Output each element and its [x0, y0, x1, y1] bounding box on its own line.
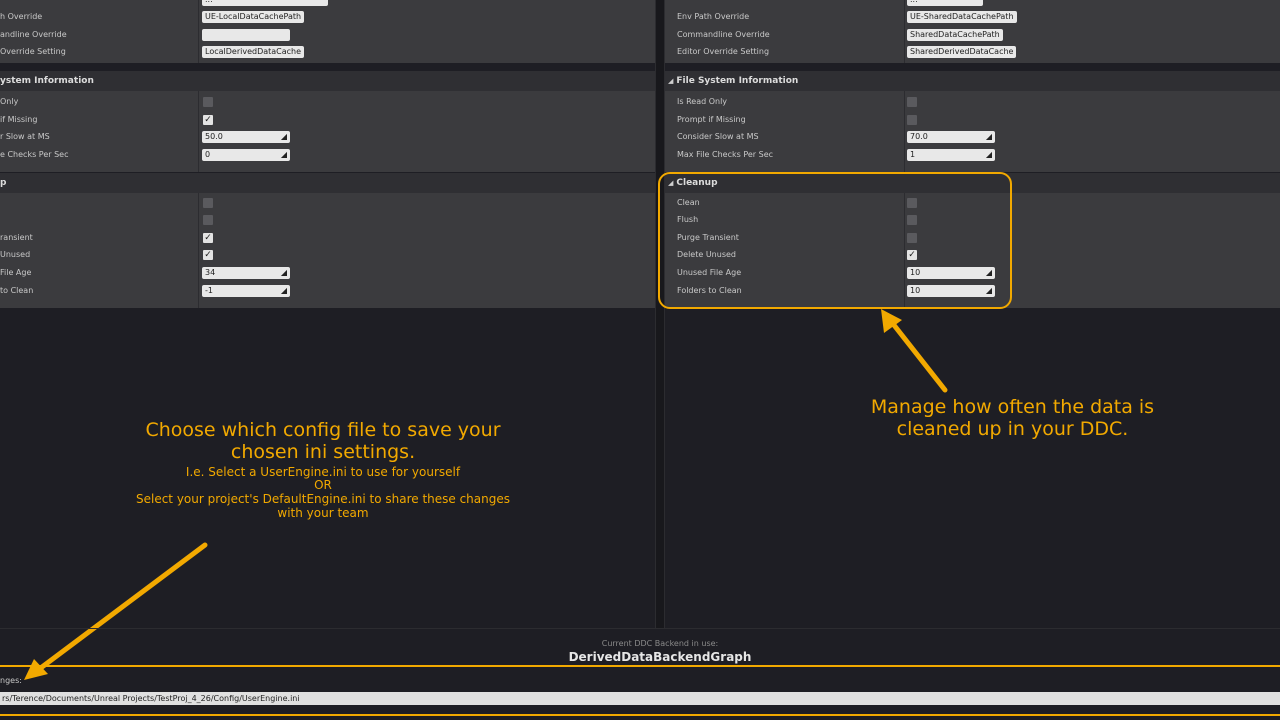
- left-annotation: Choose which config file to save your ch…: [103, 419, 543, 521]
- annotation-text: Select your project's DefaultEngine.ini …: [135, 492, 510, 507]
- highlight-line-top: [0, 665, 1280, 667]
- row-label: h Override: [0, 12, 43, 22]
- annotation-text: Manage how often the data is: [870, 396, 1155, 418]
- consider-slow-input[interactable]: 70.0 ◢: [907, 130, 995, 143]
- consider-slow-input[interactable]: 50.0 ◢: [202, 130, 290, 143]
- editor-override-setting-field[interactable]: SharedDerivedDataCache: [907, 45, 1017, 58]
- resize-handle-icon[interactable]: ◢: [281, 149, 287, 161]
- resize-handle-icon[interactable]: ◢: [281, 267, 287, 279]
- annotation-text: with your team: [277, 506, 369, 521]
- max-file-checks-input[interactable]: 0 ◢: [202, 148, 290, 161]
- folders-to-clean-input[interactable]: -1 ◢: [202, 284, 290, 297]
- env-path-override-field[interactable]: UE-LocalDataCachePath: [202, 10, 305, 23]
- annotation-text: OR: [314, 478, 332, 493]
- annotation-text: chosen ini settings.: [230, 440, 416, 463]
- row-label: Consider Slow at MS: [677, 132, 759, 142]
- row-label: Is Read Only: [677, 97, 728, 107]
- resize-handle-icon[interactable]: ◢: [986, 131, 992, 143]
- footer-divider: [0, 628, 1280, 629]
- env-path-override-field[interactable]: UE-SharedDataCachePath: [907, 10, 1017, 23]
- max-file-checks-input[interactable]: 1 ◢: [907, 148, 995, 161]
- prompt-if-missing-checkbox[interactable]: ✓: [203, 114, 213, 125]
- row-label: e Checks Per Sec: [0, 150, 69, 160]
- panel-splitter[interactable]: [655, 0, 665, 628]
- row-label: ransient: [0, 233, 33, 243]
- left-path-field[interactable]: ...: [202, 0, 328, 6]
- annotation-text: cleaned up in your DDC.: [896, 417, 1129, 440]
- resize-handle-icon[interactable]: ◢: [281, 131, 287, 143]
- section-header[interactable]: ystem Information: [0, 71, 655, 91]
- commandline-override-field[interactable]: [202, 28, 290, 41]
- row-label: Max File Checks Per Sec: [677, 150, 774, 160]
- left-top-section: ... ••• h Override UE-LocalDataCachePath…: [0, 0, 655, 63]
- flush-checkbox[interactable]: [203, 214, 213, 225]
- is-read-only-checkbox[interactable]: [203, 96, 213, 107]
- right-file-system-section: ◢ File System Information Is Read Only P…: [665, 71, 1280, 172]
- annotation-text: I.e. Select a UserEngine.ini to use for …: [185, 464, 461, 479]
- row-label: if Missing: [0, 115, 38, 125]
- row-label: Env Path Override: [677, 12, 750, 22]
- purge-transient-checkbox[interactable]: ✓: [203, 232, 213, 243]
- right-path-field[interactable]: ...: [907, 0, 983, 6]
- collapse-arrow-icon[interactable]: ◢: [668, 77, 673, 85]
- right-ddc-panel: ... Env Path Override UE-SharedDataCache…: [665, 0, 1280, 628]
- prompt-if-missing-checkbox[interactable]: [907, 114, 917, 125]
- commandline-override-field[interactable]: SharedDataCachePath: [907, 28, 1003, 41]
- save-changes-label: nges:: [0, 676, 22, 685]
- annotation-text: Choose which config file to save your: [145, 419, 501, 441]
- row-label: Commandline Override: [677, 30, 770, 40]
- section-header[interactable]: ◢ File System Information: [665, 71, 1280, 91]
- row-label: r Slow at MS: [0, 132, 50, 142]
- unused-file-age-input[interactable]: 34 ◢: [202, 266, 290, 279]
- resize-handle-icon[interactable]: ◢: [281, 285, 287, 297]
- row-label: File Age: [0, 268, 32, 278]
- row-label: Unused: [0, 250, 31, 260]
- is-read-only-checkbox[interactable]: [907, 96, 917, 107]
- row-label: Override Setting: [0, 47, 66, 57]
- resize-handle-icon[interactable]: ◢: [986, 149, 992, 161]
- cleanup-highlight-box: [658, 172, 1012, 309]
- row-label: Only: [0, 97, 19, 107]
- left-file-system-section: ystem Information Only if Missing ✓ r Sl…: [0, 71, 655, 172]
- config-file-path-field[interactable]: rs/Terence/Documents/Unreal Projects/Tes…: [0, 692, 1280, 705]
- row-label: Prompt if Missing: [677, 115, 746, 125]
- left-cleanup-section: p ransient ✓ Unused ✓ File Age 34 ◢ to C…: [0, 173, 655, 308]
- left-ddc-panel: ... ••• h Override UE-LocalDataCachePath…: [0, 0, 655, 628]
- section-header[interactable]: p: [0, 173, 655, 193]
- delete-unused-checkbox[interactable]: ✓: [203, 249, 213, 260]
- browse-icon[interactable]: •••: [333, 0, 347, 3]
- backend-caption: Current DDC Backend in use:: [601, 639, 719, 648]
- backend-name: DerivedDataBackendGraph: [568, 650, 752, 664]
- clean-checkbox[interactable]: [203, 197, 213, 208]
- row-label: andline Override: [0, 30, 67, 40]
- row-label: Editor Override Setting: [677, 47, 770, 57]
- highlight-line-bottom: [0, 714, 1280, 716]
- editor-override-setting-field[interactable]: LocalDerivedDataCache: [202, 45, 305, 58]
- right-annotation: Manage how often the data is cleaned up …: [820, 396, 1205, 441]
- right-top-section: ... Env Path Override UE-SharedDataCache…: [665, 0, 1280, 63]
- row-label: to Clean: [0, 286, 34, 296]
